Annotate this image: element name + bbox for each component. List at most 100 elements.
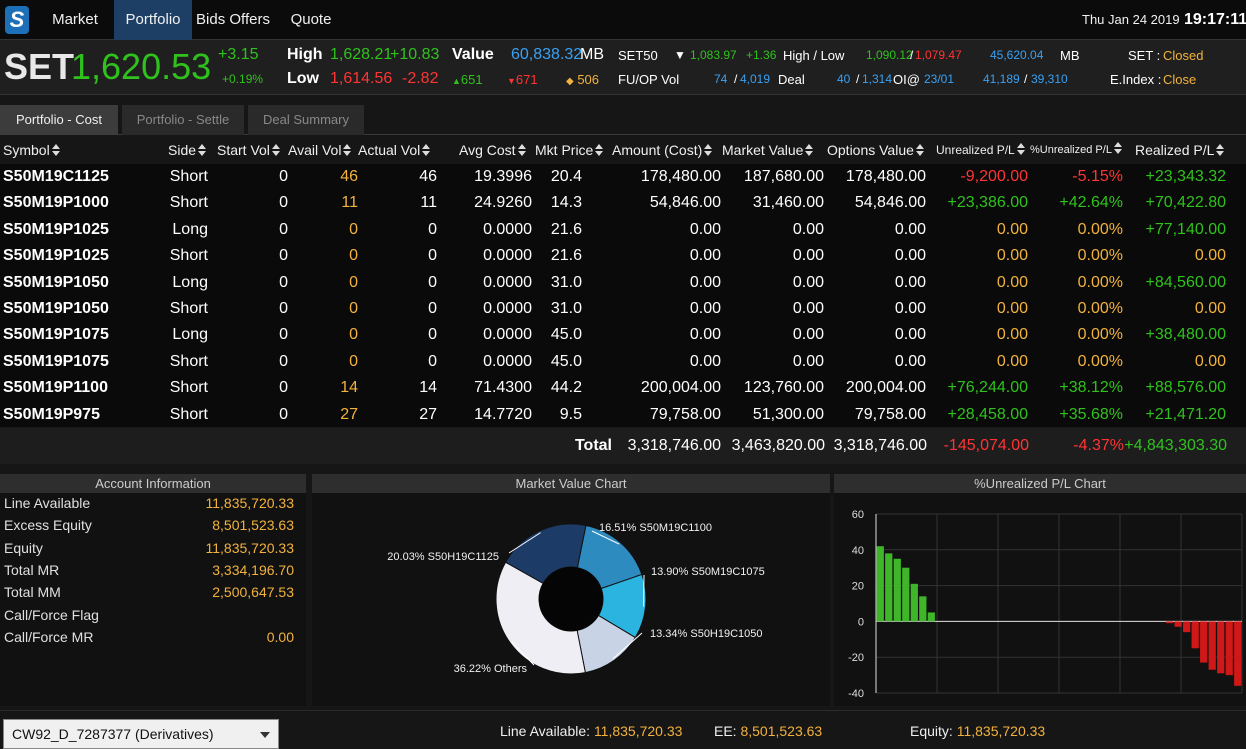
sort-icon [517,144,526,156]
table-row[interactable]: S50M19P1000 Short 0 11 11 24.9260 14.3 54,846.0… [0,190,1246,216]
account-info-label: Total MR [4,561,60,578]
cell-mkt-price: 21.6 [550,247,582,265]
hl-low: 1,079.47 [915,48,962,62]
bar-positive[interactable] [885,553,893,622]
cell-unrealized-pct: -5.15% [1072,168,1123,185]
high-change: +10.83 [390,46,440,63]
table-row[interactable]: S50M19C1125 Short 0 46 46 19.3996 20.4 178,480.… [0,164,1246,190]
tab-market[interactable]: Market [38,0,112,40]
bar-positive[interactable] [876,546,884,622]
bar-negative[interactable] [1200,621,1208,663]
table-row[interactable]: S50M19P975 Short 0 27 27 14.7720 9.5 79,758.00 5… [0,402,1246,428]
bar-negative[interactable] [1208,621,1216,670]
bar-positive[interactable] [910,583,918,622]
set50-dropdown-icon[interactable]: ▼ [674,48,686,62]
bar-positive[interactable] [927,612,935,622]
cell-unrealized-pct: 0.00% [1077,326,1123,344]
col-header-unrealized-pl[interactable]: Unrealized P/L [936,137,1025,164]
col-label: Unrealized P/L [936,143,1015,157]
fuop-vol1: 74 [714,72,728,86]
sort-icon [704,144,713,156]
sort-icon [1216,144,1225,156]
cell-avail-vol: 0 [349,220,358,238]
account-info-value: 11,835,720.33 [205,495,295,511]
col-header-symbol[interactable]: Symbol [3,137,60,164]
cell-mkt-price: 44.2 [550,379,582,397]
portfolio-subtabs: Portfolio - Cost Portfolio - Settle Deal… [0,105,1246,135]
col-header-mkt-price[interactable]: Mkt Price [535,137,604,164]
cell-avail-vol: 0 [349,352,358,370]
col-header-avail-vol[interactable]: Avail Vol [288,137,352,164]
unchanged-diamond-icon: ◆ [566,76,574,87]
bar-negative[interactable] [1234,621,1242,686]
tab-portfolio-cost[interactable]: Portfolio - Cost [0,105,118,135]
table-row[interactable]: S50M19P1075 Long 0 0 0 0.0000 45.0 0.00 0.00 0.00… [0,322,1246,348]
col-header-amount-cost[interactable]: Amount (Cost) [612,137,713,164]
set50-label: SET50 [618,48,658,63]
col-label: Options Value [827,142,914,158]
cell-realized-pl: +84,560.00 [1145,273,1226,291]
cell-actual-vol: 0 [428,352,437,370]
cell-market-value: 0.00 [792,247,824,265]
tab-deal-summary[interactable]: Deal Summary [248,105,364,135]
bar-negative[interactable] [1183,621,1191,633]
table-row[interactable]: S50M19P1050 Long 0 0 0 0.0000 31.0 0.00 0.00 0.00… [0,270,1246,296]
col-header-avg-cost[interactable]: Avg Cost [459,137,526,164]
cell-avg-cost: 19.3996 [474,168,532,185]
col-header-start-vol[interactable]: Start Vol [217,137,280,164]
cell-options-value: 0.00 [894,326,926,344]
table-row[interactable]: S50M19P1100 Short 0 14 14 71.4300 44.2 200,004.… [0,375,1246,401]
col-header-realized-pl[interactable]: Realized P/L [1135,137,1225,164]
col-header-actual-vol[interactable]: Actual Vol [358,137,431,164]
cell-avg-cost: 24.9260 [474,194,532,212]
bar-negative[interactable] [1225,621,1233,676]
cell-side: Long [172,273,208,291]
cell-amount-cost: 54,846.00 [649,194,721,212]
oi2: 39,310 [1031,72,1068,86]
table-row[interactable]: S50M19P1025 Short 0 0 0 0.0000 21.6 0.00 0.00 0.0… [0,243,1246,269]
table-row[interactable]: S50M19P1025 Long 0 0 0 0.0000 21.6 0.00 0.00 0.00… [0,217,1246,243]
bar-positive[interactable] [902,567,910,622]
cell-amount-cost: 79,758.00 [649,405,721,423]
cell-actual-vol: 46 [419,168,437,185]
deal-label: Deal [778,72,805,87]
cell-symbol: S50M19P1050 [3,273,109,291]
col-header-market-value[interactable]: Market Value [722,137,814,164]
totals-row: Total 3,318,746.00 3,463,820.00 3,318,74… [0,428,1246,464]
tab-portfolio-settle[interactable]: Portfolio - Settle [122,105,244,135]
app-logo-icon[interactable]: S [5,6,29,34]
oi-label: OI@ [893,72,920,87]
cell-market-value: 31,460.00 [752,194,824,212]
bar-positive[interactable] [919,596,927,622]
account-info-label: Call/Force MR [4,628,94,645]
cell-realized-pl: +70,422.80 [1145,194,1226,212]
cell-realized-pl: +88,576.00 [1145,379,1226,397]
col-header-options-value[interactable]: Options Value [827,137,924,164]
sort-icon [422,144,431,156]
bar-positive[interactable] [893,558,901,622]
col-header-side[interactable]: Side [168,137,207,164]
bar-negative[interactable] [1191,621,1199,649]
tab-quote[interactable]: Quote [282,0,340,40]
chevron-down-icon [260,732,270,738]
bar-negative[interactable] [1166,621,1174,624]
tab-portfolio[interactable]: Portfolio [114,0,192,40]
cell-start-vol: 0 [279,352,288,370]
table-row[interactable]: S50M19P1050 Short 0 0 0 0.0000 31.0 0.00 0.00 0.0… [0,296,1246,322]
footer-equity: Equity: 11,835,720.33 [910,723,1045,739]
table-row[interactable]: S50M19P1075 Short 0 0 0 0.0000 45.0 0.00 0.00 0.0… [0,349,1246,375]
set50-change: +1.36 [746,48,777,62]
low-change: -2.82 [402,70,439,87]
cell-side: Short [169,352,208,370]
tab-bids-offers[interactable]: Bids Offers [194,0,272,40]
cell-start-vol: 0 [279,405,288,423]
cell-start-vol: 0 [279,379,288,397]
col-header-unrealized-pct[interactable]: %Unrealized P/L [1030,137,1122,164]
cell-start-vol: 0 [279,326,288,344]
high-value: 1,628.21 [330,46,393,63]
account-select[interactable]: CW92_D_7287377 (Derivatives) [3,719,279,749]
sort-icon [271,144,280,156]
footer-line-available-value: 11,835,720.33 [593,723,683,739]
bar-negative[interactable] [1174,621,1182,627]
bar-negative[interactable] [1217,621,1225,674]
